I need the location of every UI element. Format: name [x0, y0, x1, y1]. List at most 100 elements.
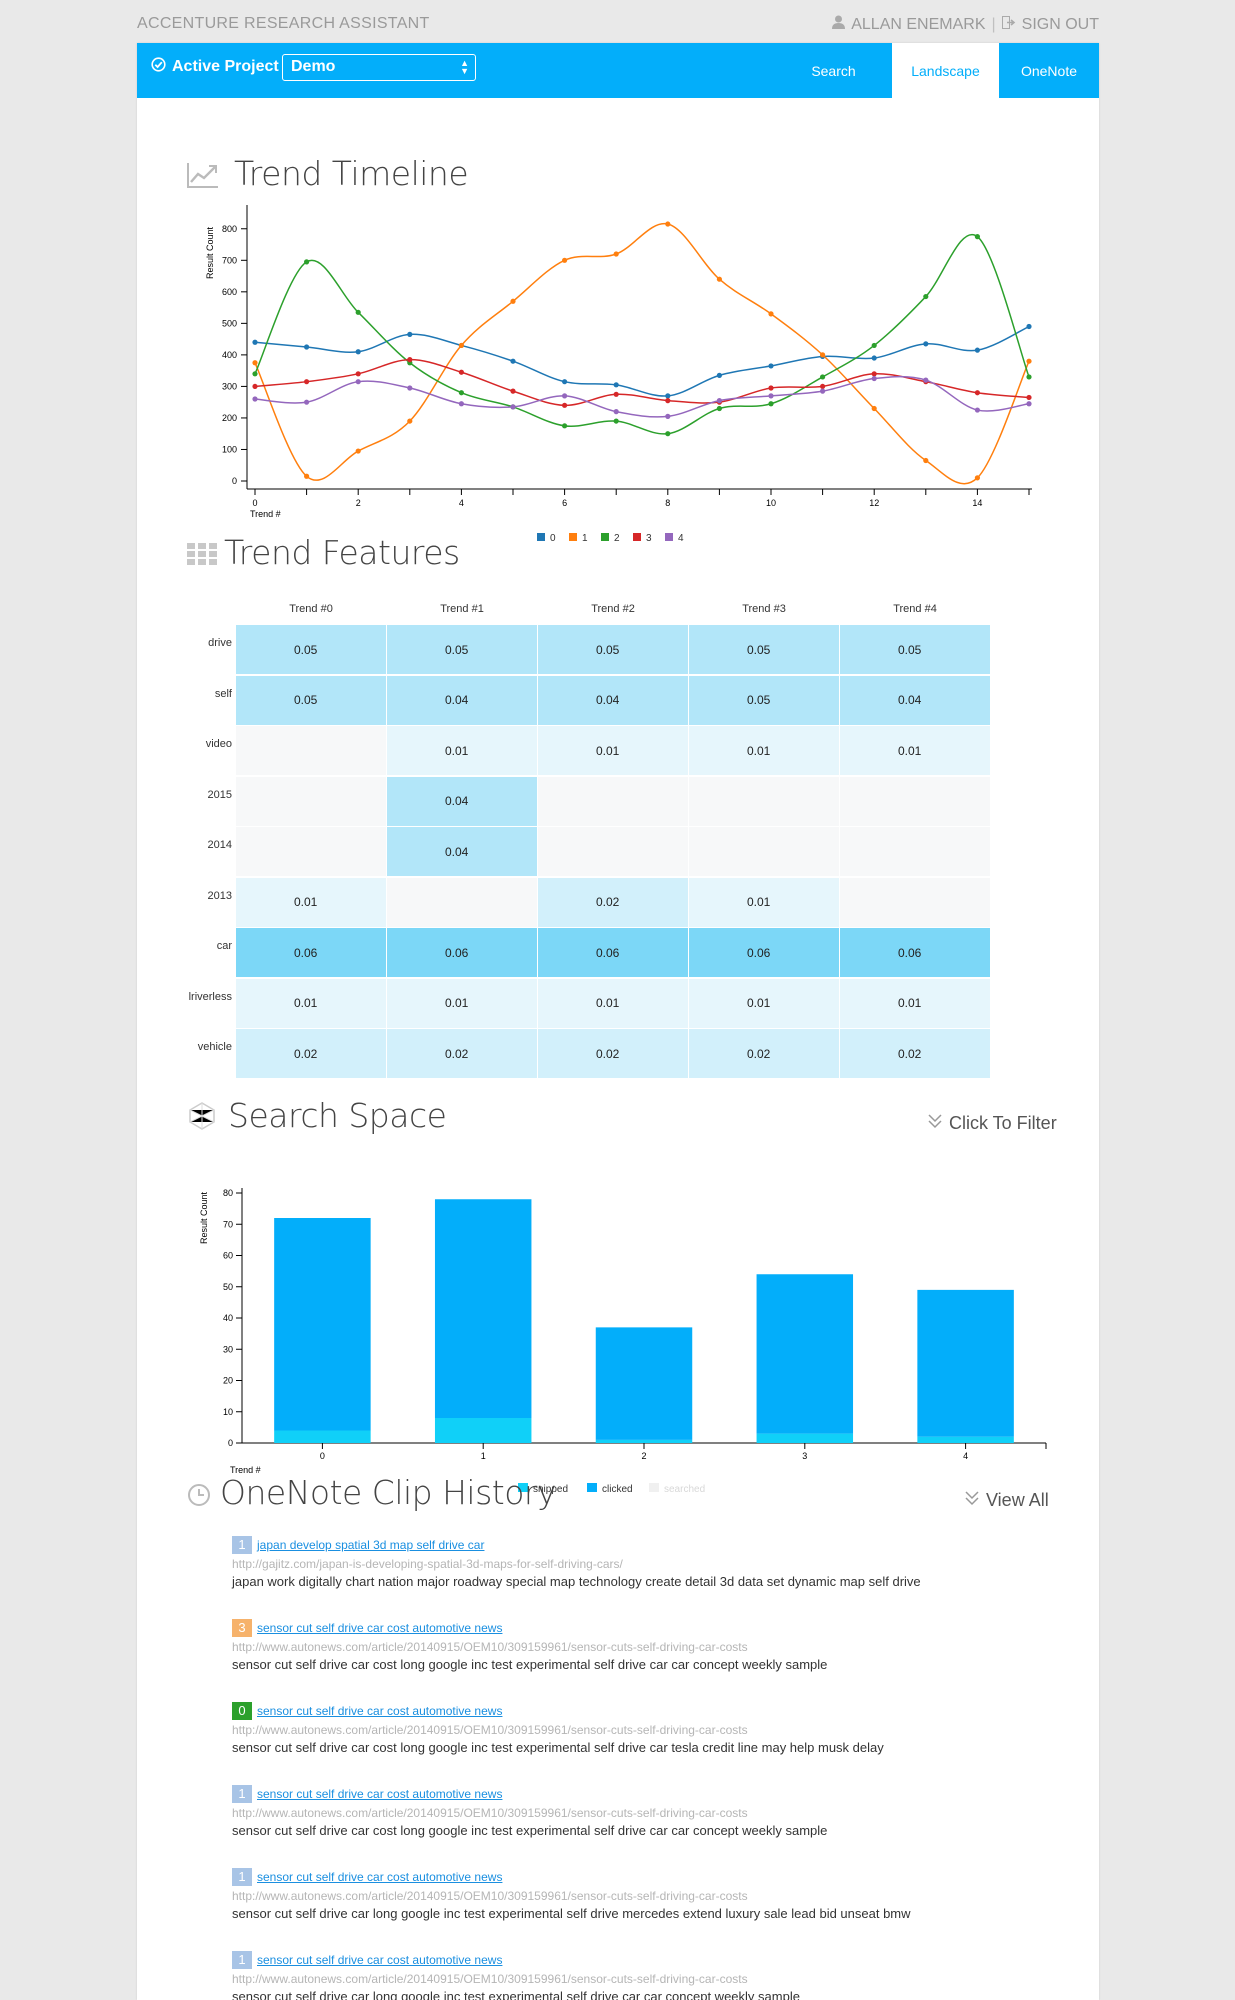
clip-history-list: 1 japan develop spatial 3d map self driv… [232, 1535, 1052, 2000]
data-point [407, 331, 413, 337]
clip-title-link[interactable]: sensor cut self drive car cost automotiv… [257, 1704, 502, 1718]
x-tick-label: 8 [665, 498, 670, 508]
y-tick-label: 0 [228, 1438, 233, 1448]
trend-timeline-chart: 01002003004005006007008000 2 4 6 8 10 12 14Tren… [205, 205, 1032, 544]
clock-icon [187, 1483, 211, 1512]
user-name[interactable]: ALLAN ENEMARK [851, 16, 985, 34]
data-point [510, 388, 516, 394]
heatmap-cell: 0.06 [538, 928, 688, 977]
clip-url: http://gajitz.com/japan-is-developing-sp… [232, 1557, 623, 1571]
heatmap-cell: 0.06 [236, 928, 386, 977]
list-item: 1 sensor cut self drive car cost automot… [232, 1950, 1052, 2000]
y-axis-label: Result Count [199, 1191, 209, 1244]
data-point [716, 276, 723, 282]
data-point [974, 475, 981, 481]
heatmap-cell: 0.01 [689, 726, 839, 775]
data-point [613, 251, 619, 257]
y-tick-label: 70 [223, 1219, 233, 1229]
data-point [510, 358, 516, 364]
data-point [923, 341, 929, 347]
bar-segment [756, 1274, 854, 1434]
heatmap-cell: 0.02 [538, 877, 688, 927]
heatmap-cell: 0.02 [236, 1029, 386, 1078]
heatmap-cell: 0.01 [689, 877, 839, 927]
hexagon-icon [187, 1101, 217, 1136]
active-project-label: Active Project [172, 58, 279, 75]
data-point [562, 379, 568, 385]
navbar: Active Project Demo ▲ ▼ Search Landscape … [137, 43, 1099, 98]
data-point [871, 371, 877, 377]
brand-name: ACCENTURE RESEARCH ASSISTANT [137, 15, 430, 32]
heatmap-cell: 0.01 [538, 726, 688, 775]
heatmap-cell: 0.05 [689, 675, 839, 725]
series-line [254, 358, 1030, 407]
data-point [355, 309, 361, 315]
heatmap-cell [840, 827, 990, 876]
row-header: drive [208, 637, 232, 649]
x-tick-label: 6 [562, 498, 567, 508]
search-space-title: Search Space [228, 1096, 447, 1135]
data-point [407, 357, 413, 363]
project-select[interactable]: Demo ▲ ▼ [282, 54, 476, 81]
heatmap-cell: 0.05 [840, 625, 990, 674]
x-tick-label: 1 [481, 1451, 486, 1461]
y-tick-label: 10 [223, 1407, 233, 1417]
clip-title-link[interactable]: sensor cut self drive car cost automotiv… [257, 1870, 502, 1884]
data-point [458, 390, 464, 396]
clip-title-link[interactable]: japan develop spatial 3d map self drive … [257, 1538, 484, 1552]
heatmap-cell: 0.01 [236, 978, 386, 1028]
y-tick-label: 20 [223, 1376, 233, 1386]
clip-url: http://www.autonews.com/article/20140915… [232, 1972, 748, 1986]
data-point [355, 448, 361, 454]
bar-segment [434, 1199, 532, 1418]
data-point [768, 393, 774, 399]
click-to-filter-link[interactable]: Click To Filter [927, 1113, 1057, 1134]
data-point [871, 375, 877, 382]
clip-title-link[interactable]: sensor cut self drive car cost automotiv… [257, 1621, 502, 1635]
x-tick-label: 3 [802, 1451, 807, 1461]
click-to-filter-label: Click To Filter [949, 1113, 1057, 1133]
active-project-label-group: Active Project [151, 57, 279, 77]
data-point [458, 401, 464, 407]
clip-title-link[interactable]: sensor cut self drive car cost automotiv… [257, 1953, 502, 1967]
data-point [613, 409, 619, 415]
sign-out-link[interactable]: SIGN OUT [1022, 16, 1099, 34]
clip-title-link[interactable]: sensor cut self drive car cost automotiv… [257, 1787, 502, 1801]
heatmap-cell: 0.01 [840, 978, 990, 1028]
trend-timeline-title: Trend Timeline [234, 154, 469, 193]
bar-segment [274, 1430, 371, 1443]
heatmap-cell: 0.04 [538, 675, 688, 725]
tab-search[interactable]: Search [795, 43, 872, 98]
trend-badge: 1 [232, 1785, 252, 1803]
check-circle-icon [151, 57, 166, 77]
clip-url: http://www.autonews.com/article/20140915… [232, 1889, 748, 1903]
heatmap-cell: 0.04 [840, 675, 990, 725]
search-space-chart: 01020304050607080Result Count0 1 2 3 4Trend … [199, 1188, 1047, 1495]
column-header: Trend #3 [742, 603, 786, 615]
heatmap-cell: 0.01 [387, 978, 537, 1028]
x-axis-label: Trend # [250, 509, 281, 519]
data-point [974, 234, 981, 240]
view-all-link[interactable]: View All [964, 1490, 1049, 1511]
project-select-value: Demo [291, 58, 336, 75]
data-point [252, 360, 258, 366]
heatmap-cell: 0.05 [236, 625, 386, 674]
heatmap-cell: 0.06 [387, 928, 537, 977]
heatmap-cell [387, 877, 537, 927]
y-tick-label: 80 [223, 1188, 233, 1198]
data-point [768, 363, 774, 369]
heatmap-cell [689, 776, 839, 826]
data-point [820, 383, 826, 390]
data-point [768, 311, 774, 317]
column-header: Trend #0 [289, 603, 333, 615]
view-all-label: View All [986, 1490, 1049, 1510]
legend-swatch [633, 533, 641, 541]
series-line [254, 223, 1030, 485]
tab-onenote[interactable]: OneNote [999, 43, 1099, 98]
tab-landscape[interactable]: Landscape [892, 43, 999, 98]
data-point [252, 371, 258, 377]
heatmap-cell: 0.01 [387, 726, 537, 775]
data-point [562, 257, 568, 263]
x-tick-label: 14 [972, 498, 982, 508]
data-point [923, 293, 929, 300]
